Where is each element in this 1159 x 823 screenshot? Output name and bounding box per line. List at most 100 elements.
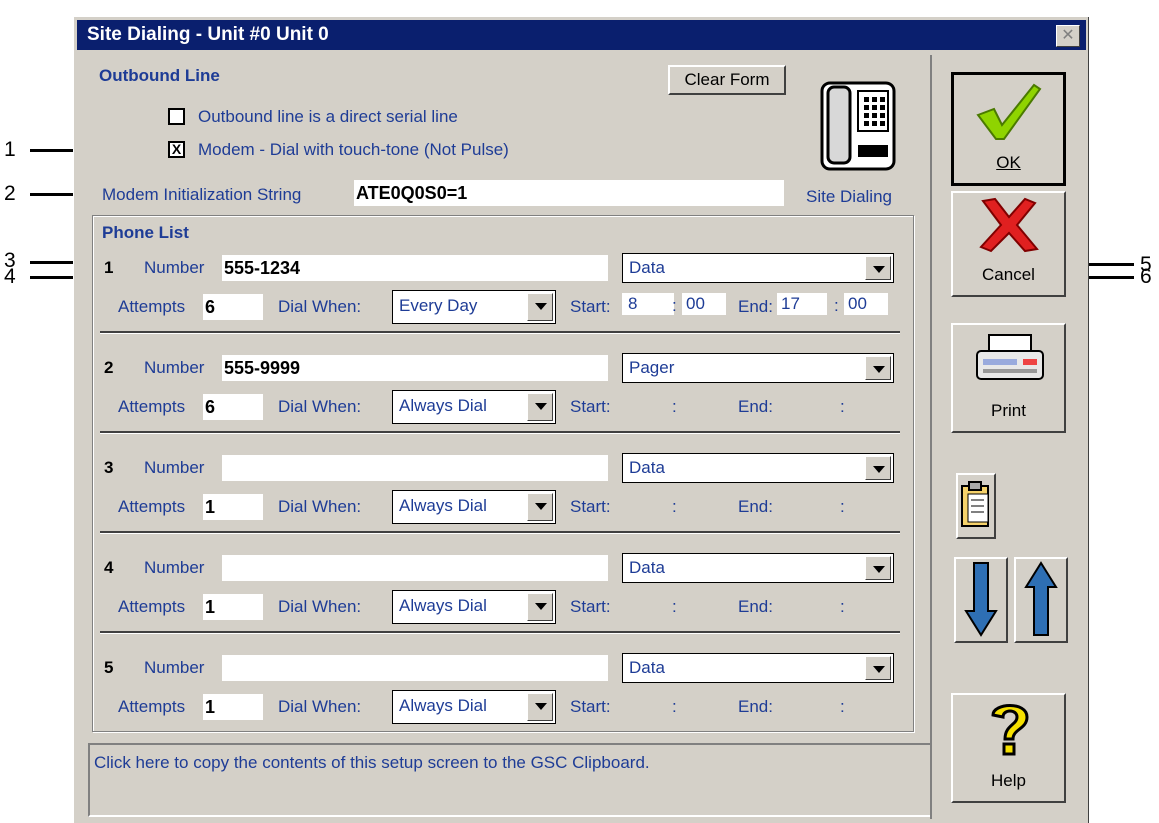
dial-when-value: Always Dial bbox=[399, 596, 487, 615]
chevron-down-icon[interactable] bbox=[865, 256, 891, 280]
chevron-down-icon[interactable] bbox=[865, 656, 891, 680]
phone-type-value: Data bbox=[629, 558, 665, 577]
attempts-input[interactable]: 1 bbox=[203, 694, 263, 720]
start-colon: : bbox=[672, 697, 677, 716]
number-label: Number bbox=[144, 358, 205, 377]
start-label: Start: bbox=[570, 497, 611, 516]
help-label: Help bbox=[991, 771, 1026, 790]
attempts-input[interactable]: 6 bbox=[203, 394, 263, 420]
end-label: End: bbox=[738, 697, 773, 716]
dial-when-select[interactable]: Always Dial bbox=[392, 590, 556, 624]
dial-when-label: Dial When: bbox=[278, 497, 362, 516]
attempts-label: Attempts bbox=[118, 297, 186, 316]
phone-type-select[interactable]: Data bbox=[622, 653, 894, 683]
modem-init-input[interactable]: ATE0Q0S0=1 bbox=[354, 180, 784, 206]
clipboard-icon bbox=[961, 481, 989, 527]
phone-type-value: Pager bbox=[629, 358, 675, 377]
clipboard-status-text: Click here to copy the contents of this … bbox=[94, 753, 650, 772]
end-colon: : bbox=[840, 497, 845, 516]
chevron-down-icon[interactable] bbox=[527, 293, 553, 321]
modem-init-label: Modem Initialization String bbox=[102, 185, 302, 204]
ok-button[interactable]: OK bbox=[951, 72, 1066, 186]
attempts-label: Attempts bbox=[118, 497, 186, 516]
dial-when-value: Every Day bbox=[399, 296, 478, 315]
callout-2: 2 bbox=[4, 182, 16, 205]
site-dialing-label: Site Dialing bbox=[806, 187, 892, 206]
attempts-input[interactable]: 6 bbox=[203, 294, 263, 320]
attempts-input[interactable]: 1 bbox=[203, 594, 263, 620]
phone-number-input[interactable]: 555-9999 bbox=[222, 355, 608, 381]
end-label: End: bbox=[738, 397, 773, 416]
end-label: End: bbox=[738, 497, 773, 516]
chevron-down-icon[interactable] bbox=[865, 356, 891, 380]
start-hour-input[interactable]: 8 bbox=[622, 293, 674, 315]
checkmark-icon bbox=[976, 83, 1042, 140]
start-label: Start: bbox=[570, 597, 611, 616]
phone-type-select[interactable]: Data bbox=[622, 453, 894, 483]
row-separator bbox=[100, 631, 900, 634]
start-label: Start: bbox=[570, 397, 611, 416]
end-colon: : bbox=[840, 597, 845, 616]
clear-form-button[interactable]: Clear Form bbox=[668, 65, 786, 95]
help-button[interactable]: Help bbox=[951, 693, 1066, 803]
number-label: Number bbox=[144, 658, 205, 677]
start-minute-input[interactable]: 00 bbox=[682, 293, 726, 315]
print-label: Print bbox=[991, 401, 1026, 420]
phone-type-value: Data bbox=[629, 458, 665, 477]
start-colon: : bbox=[672, 497, 677, 516]
attempts-label: Attempts bbox=[118, 597, 186, 616]
dial-when-label: Dial When: bbox=[278, 397, 362, 416]
number-label: Number bbox=[144, 258, 205, 277]
check-mark-icon: X bbox=[171, 141, 182, 157]
row-index: 4 bbox=[104, 558, 114, 577]
phone-number-input[interactable]: 555-1234 bbox=[222, 255, 608, 281]
clipboard-status-bar[interactable]: Click here to copy the contents of this … bbox=[88, 743, 932, 817]
dial-when-label: Dial When: bbox=[278, 597, 362, 616]
modem-touchtone-checkbox[interactable]: X bbox=[168, 141, 185, 158]
row-separator bbox=[100, 531, 900, 534]
dial-when-label: Dial When: bbox=[278, 697, 362, 716]
phone-type-select[interactable]: Pager bbox=[622, 353, 894, 383]
serial-line-checkbox[interactable] bbox=[168, 108, 185, 125]
print-button[interactable]: Print bbox=[951, 323, 1066, 433]
question-mark-icon bbox=[991, 704, 1029, 756]
start-label: Start: bbox=[570, 297, 611, 316]
dial-when-select[interactable]: Always Dial bbox=[392, 390, 556, 424]
close-button[interactable]: ✕ bbox=[1056, 25, 1080, 47]
phone-type-select[interactable]: Data bbox=[622, 253, 894, 283]
phone-number-input[interactable] bbox=[222, 555, 608, 581]
chevron-down-icon[interactable] bbox=[865, 556, 891, 580]
start-colon: : bbox=[672, 296, 677, 315]
dial-when-value: Always Dial bbox=[399, 696, 487, 715]
modem-touchtone-label: Modem - Dial with touch-tone (Not Pulse) bbox=[198, 140, 509, 159]
move-down-button[interactable] bbox=[954, 557, 1008, 643]
callout-1: 1 bbox=[4, 138, 16, 161]
end-hour-input[interactable]: 17 bbox=[777, 293, 827, 315]
number-label: Number bbox=[144, 558, 205, 577]
chevron-down-icon[interactable] bbox=[527, 393, 553, 421]
cancel-button[interactable]: Cancel bbox=[951, 191, 1066, 297]
chevron-down-icon[interactable] bbox=[865, 456, 891, 480]
row-separator bbox=[100, 431, 900, 434]
row-index: 1 bbox=[104, 258, 114, 277]
dial-when-select[interactable]: Always Dial bbox=[392, 690, 556, 724]
attempts-input[interactable]: 1 bbox=[203, 494, 263, 520]
chevron-down-icon[interactable] bbox=[527, 593, 553, 621]
chevron-down-icon[interactable] bbox=[527, 693, 553, 721]
phone-number-input[interactable] bbox=[222, 455, 608, 481]
dial-when-select[interactable]: Every Day bbox=[392, 290, 556, 324]
attempts-label: Attempts bbox=[118, 397, 186, 416]
phone-number-input[interactable] bbox=[222, 655, 608, 681]
end-label: End: bbox=[738, 597, 773, 616]
clipboard-button[interactable] bbox=[956, 473, 996, 539]
chevron-down-icon[interactable] bbox=[527, 493, 553, 521]
end-minute-input[interactable]: 00 bbox=[844, 293, 888, 315]
cancel-label: Cancel bbox=[982, 265, 1035, 284]
printer-icon bbox=[976, 334, 1044, 380]
attempts-label: Attempts bbox=[118, 697, 186, 716]
x-mark-icon bbox=[979, 197, 1039, 253]
phone-type-select[interactable]: Data bbox=[622, 553, 894, 583]
serial-line-label: Outbound line is a direct serial line bbox=[198, 107, 458, 126]
move-up-button[interactable] bbox=[1014, 557, 1068, 643]
dial-when-select[interactable]: Always Dial bbox=[392, 490, 556, 524]
